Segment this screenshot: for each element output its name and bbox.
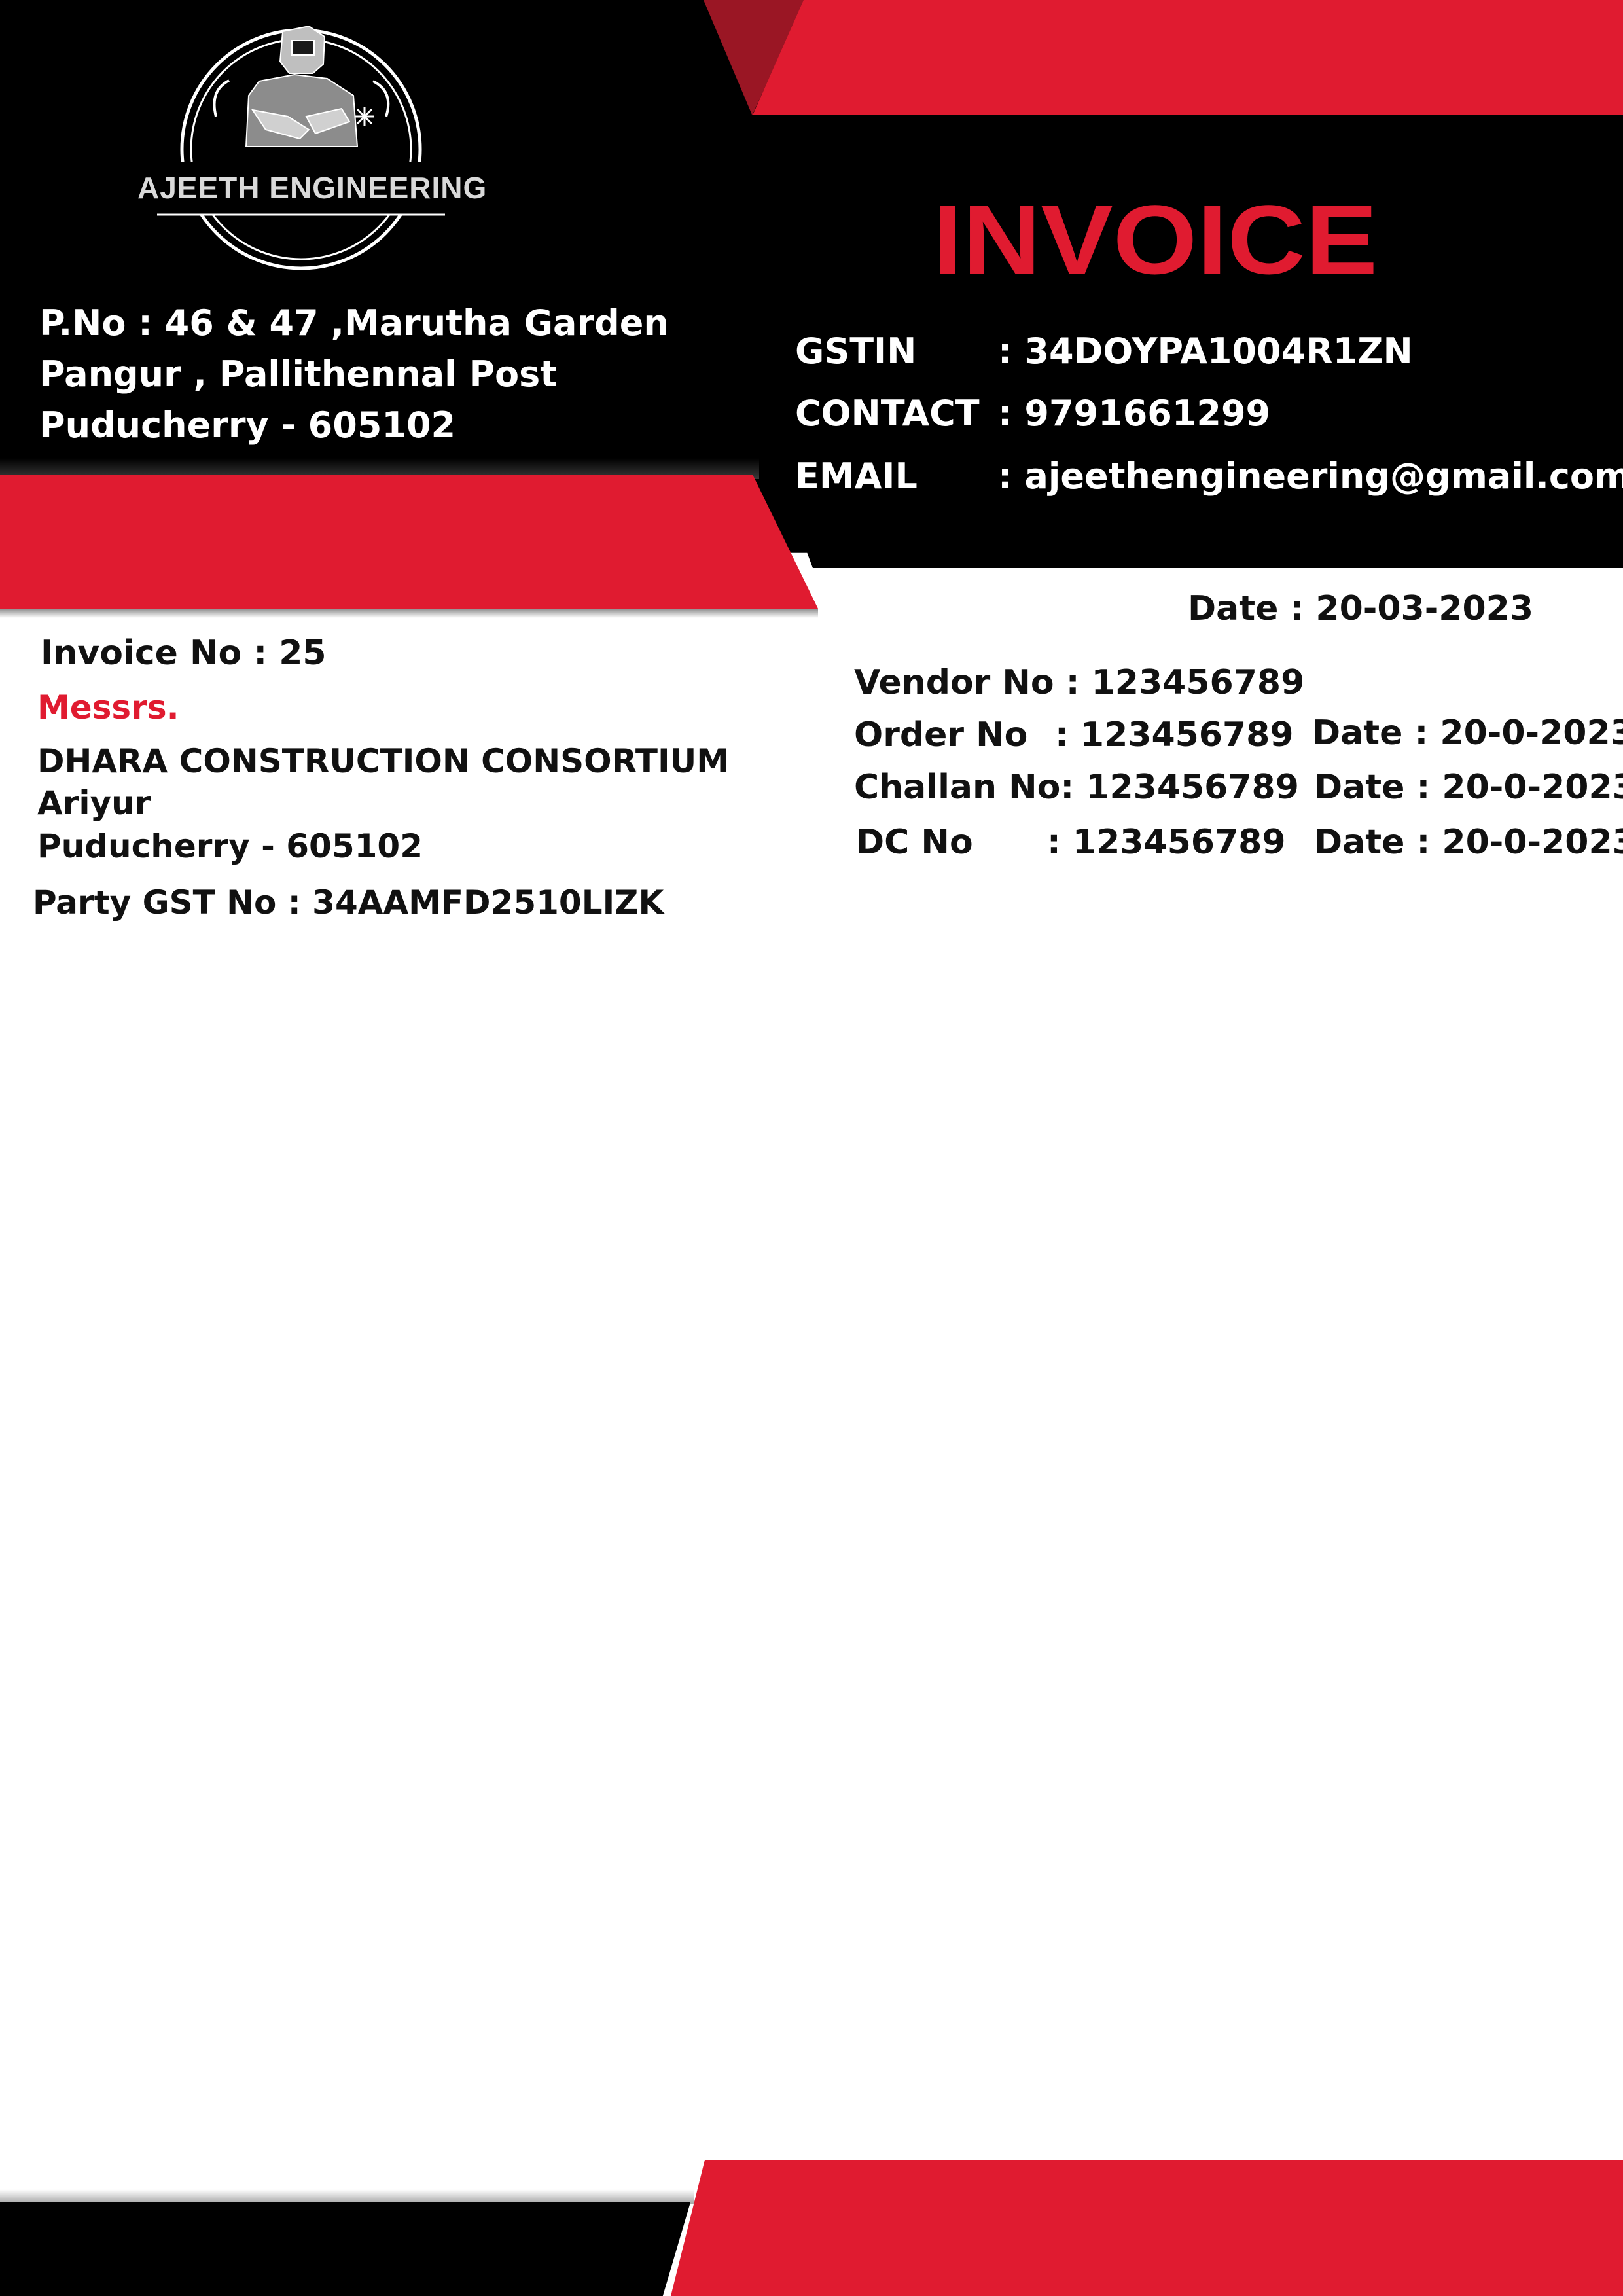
invoice-number: Invoice No : 25	[41, 634, 327, 673]
red-band-shadow	[0, 609, 818, 618]
footer-red-band	[671, 2160, 1623, 2296]
address-line-3: Puducherry - 605102	[39, 404, 456, 446]
invoice-title: INVOICE	[933, 196, 1378, 288]
buyer-address-line-3: Puducherry - 605102	[37, 827, 423, 865]
email-value: : ajeethengineering@gmail.com	[998, 456, 1623, 497]
email-label: EMAIL	[795, 456, 918, 497]
invoice-date: Date : 20-03-2023	[1188, 589, 1533, 628]
invoice-title-text: INVOICE	[933, 196, 1378, 288]
order-number-label: Order No	[854, 715, 1028, 755]
contact-label: CONTACT	[795, 393, 980, 434]
dc-number-value: : 123456789	[1047, 823, 1286, 862]
address-line-1: P.No : 46 & 47 ,Marutha Garden	[39, 302, 669, 344]
gstin-label: GSTIN	[795, 331, 917, 372]
order-number-value: : 123456789	[1055, 715, 1294, 755]
buyer-address-line-2: Ariyur	[37, 784, 151, 822]
messrs-label: Messrs.	[37, 689, 179, 726]
buyer-name: DHARA CONSTRUCTION CONSORTIUM	[37, 742, 729, 780]
order-date: Date : 20-0-2023	[1312, 713, 1623, 753]
challan-number: Challan No: 123456789	[854, 768, 1299, 807]
logo-wordmark: AJEETH ENGINEERING	[137, 171, 488, 205]
gstin-value: : 34DOYPA1004R1ZN	[998, 331, 1413, 372]
company-logo: AJEETH ENGINEERING	[137, 18, 488, 287]
party-gst-number: Party GST No : 34AAMFD2510LIZK	[33, 884, 664, 922]
vendor-number: Vendor No : 123456789	[854, 663, 1305, 702]
footer-shadow	[0, 2189, 694, 2204]
header-red-bar	[753, 0, 1623, 115]
contact-value: : 9791661299	[998, 393, 1271, 434]
footer-black-band	[0, 2202, 690, 2296]
welder-emblem-icon	[144, 25, 458, 270]
header-red-band	[0, 475, 818, 609]
dc-date: Date : 20-0-2023	[1314, 823, 1623, 862]
address-line-2: Pangur , Pallithennal Post	[39, 353, 558, 395]
dc-number-label: DC No	[856, 823, 973, 862]
challan-date: Date : 20-0-2023	[1314, 768, 1623, 807]
